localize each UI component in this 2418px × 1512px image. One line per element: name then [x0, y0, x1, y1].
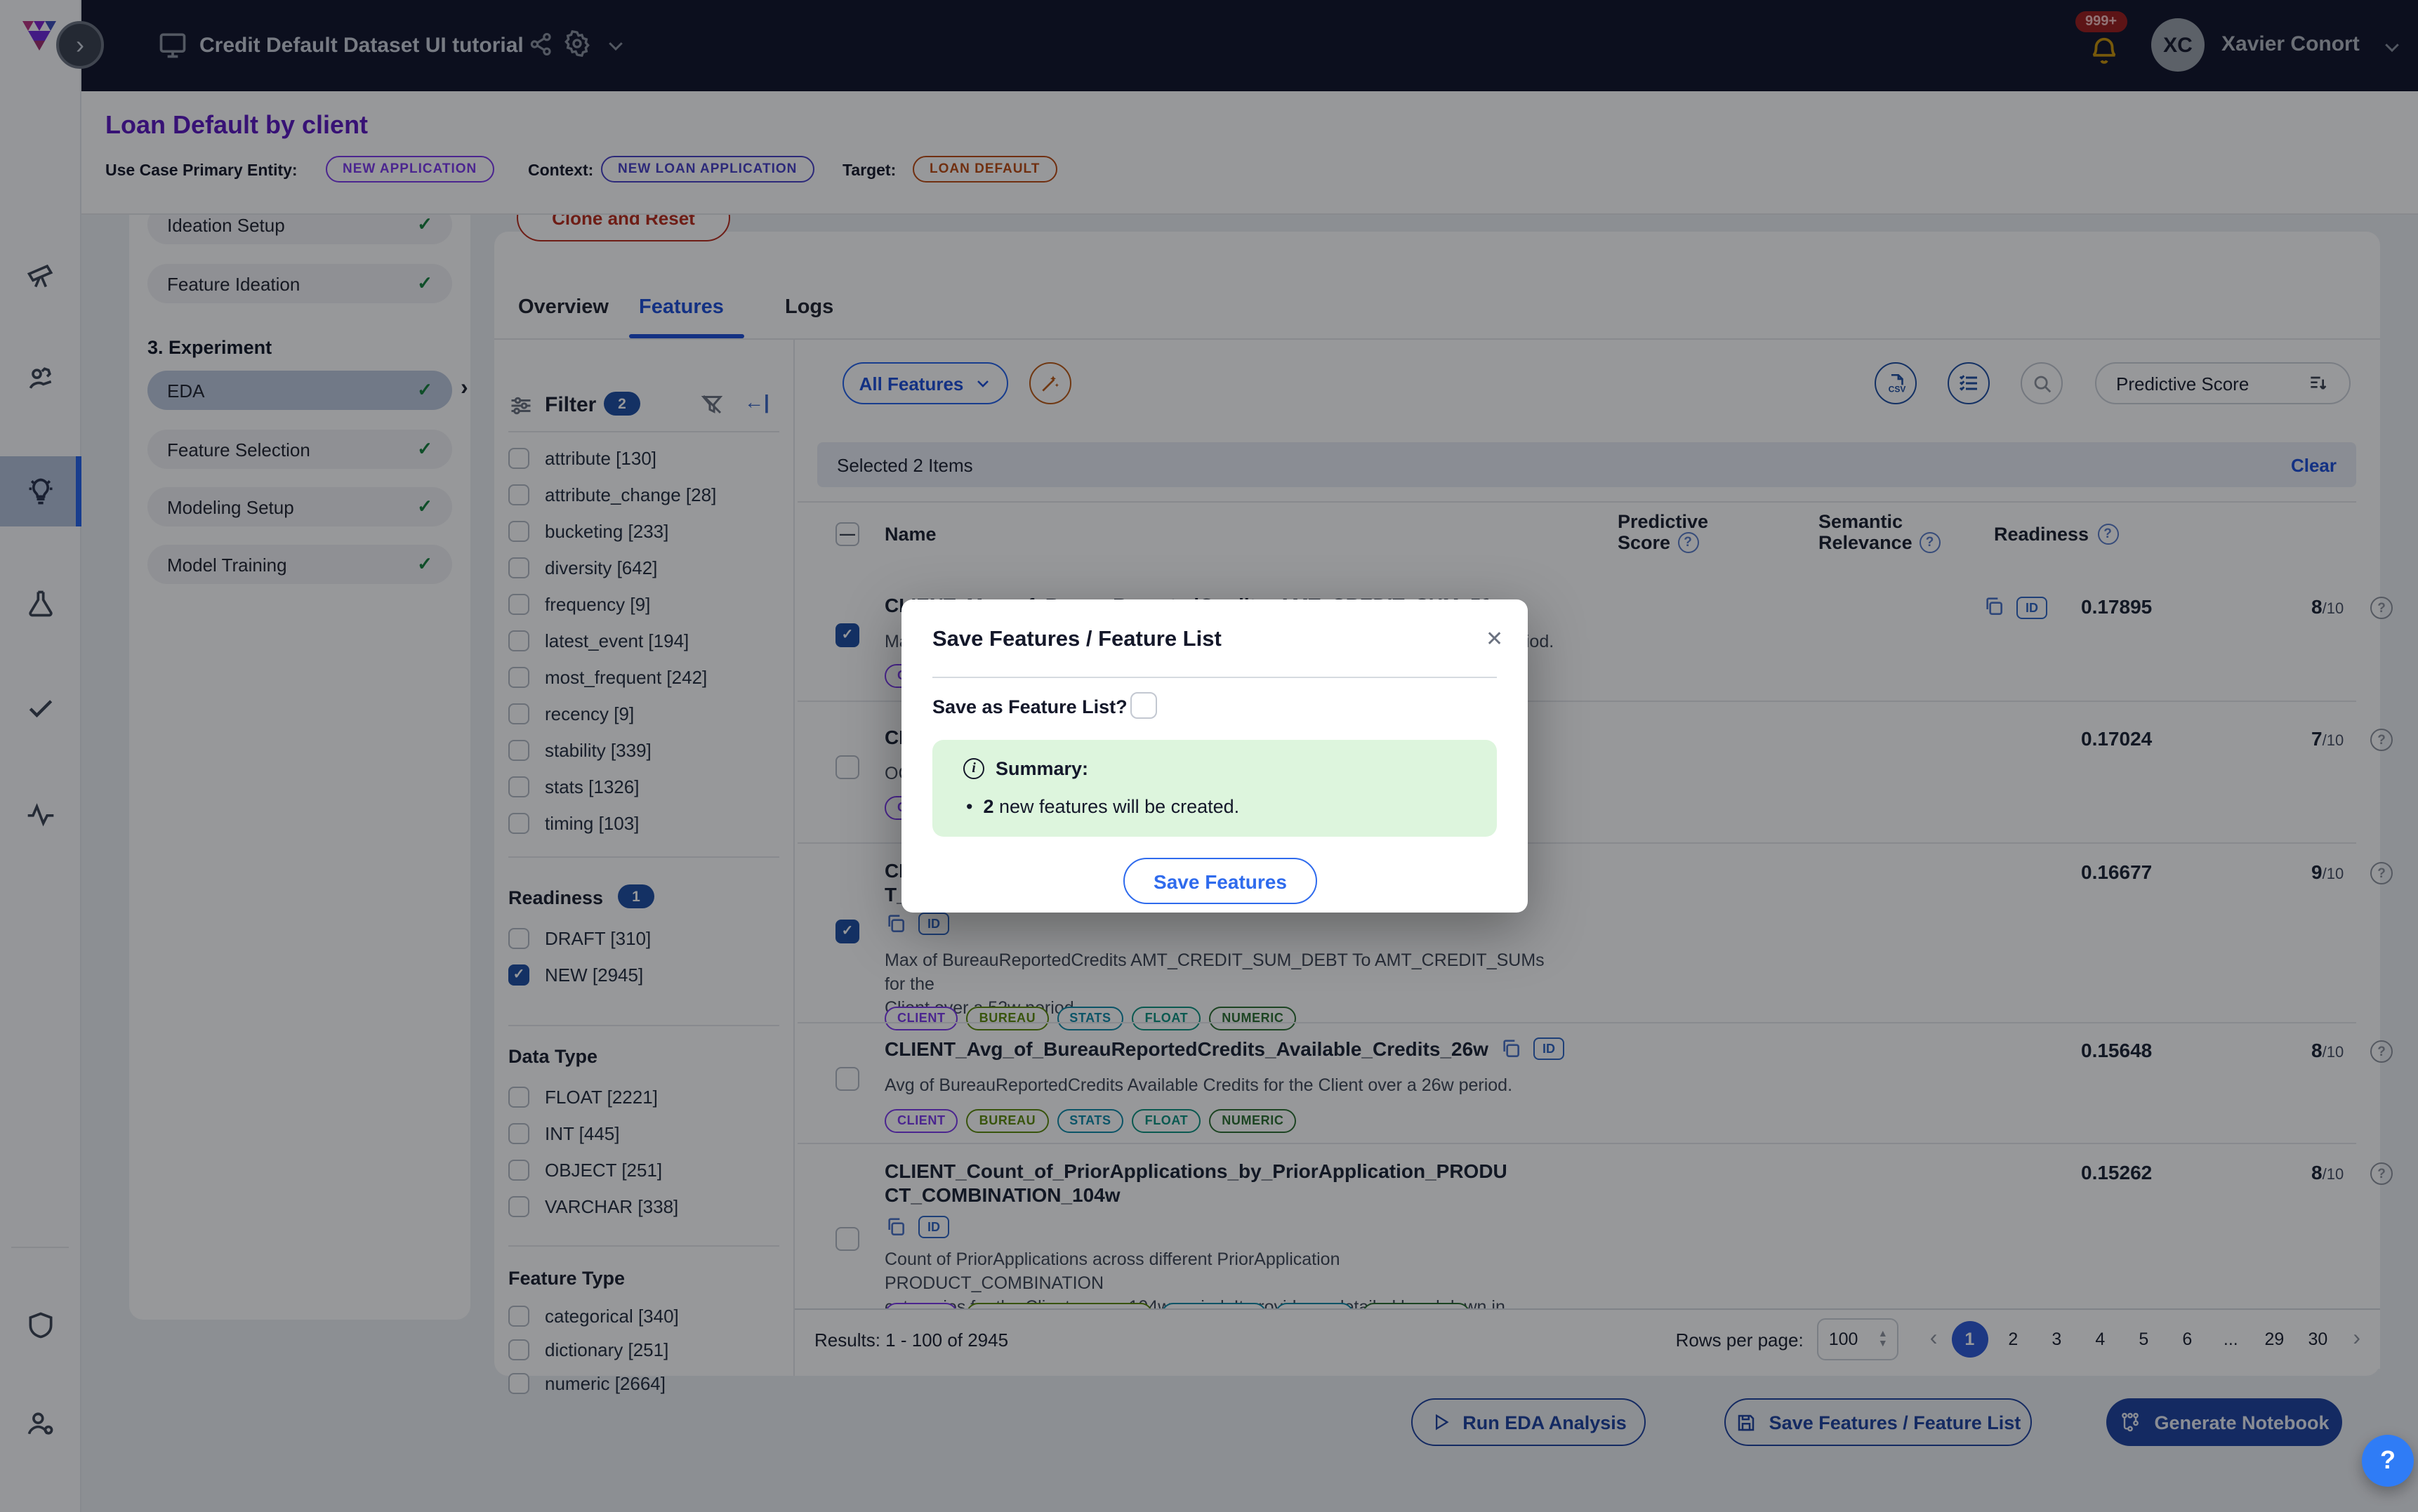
save-features-modal: Save Features / Feature List ✕ Save as F…	[901, 599, 1528, 913]
close-icon[interactable]: ✕	[1486, 626, 1503, 651]
save-features-button[interactable]: Save Features	[1123, 858, 1317, 904]
summary-box: i Summary: • 2 new features will be crea…	[932, 740, 1497, 837]
summary-title: Summary:	[996, 758, 1088, 779]
app-window: Credit Default Dataset UI tutorial 999+ …	[0, 0, 2418, 1512]
save-as-feature-list-checkbox[interactable]	[1130, 692, 1157, 719]
summary-bullet: • 2 new features will be created.	[966, 796, 1239, 817]
modal-title: Save Features / Feature List	[932, 628, 1222, 653]
modal-divider	[932, 677, 1497, 678]
help-button[interactable]: ?	[2362, 1435, 2414, 1487]
info-icon: i	[963, 758, 984, 779]
save-as-feature-list-label: Save as Feature List?	[932, 696, 1128, 717]
